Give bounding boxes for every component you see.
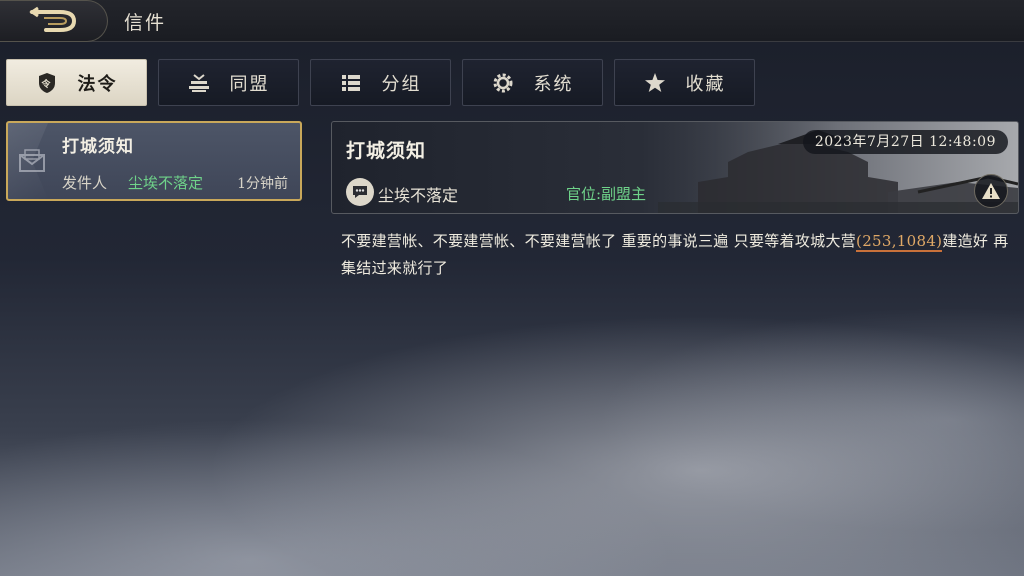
window-title: 信件: [124, 12, 167, 34]
tab-label: 系统: [533, 73, 574, 95]
tab-alliance[interactable]: 同盟: [158, 59, 299, 106]
sender-label: 发件人: [62, 174, 108, 192]
tab-edict[interactable]: 令 法令: [6, 59, 147, 106]
tab-label: 分组: [381, 73, 422, 95]
chat-bubble-icon[interactable]: [346, 178, 374, 206]
sender-rank: 官位:副盟主: [566, 185, 647, 203]
tab-label: 法令: [77, 73, 118, 95]
list-icon: [340, 72, 362, 94]
tab-group[interactable]: 分组: [310, 59, 451, 106]
svg-text:令: 令: [40, 78, 52, 90]
mail-body: 不要建营帐、不要建营帐、不要建营帐了 重要的事说三遍 只要等着攻城大营(253,…: [341, 228, 1011, 282]
body-text-part1: 不要建营帐、不要建营帐、不要建营帐了 重要的事说三遍 只要等着攻城大营: [341, 232, 857, 250]
mail-time-ago: 1分钟前: [237, 176, 288, 192]
detail-sender[interactable]: 尘埃不落定: [378, 182, 458, 206]
warning-icon: [982, 183, 1000, 199]
mail-datetime: 2023年7月27日 12:48:09: [802, 130, 1008, 154]
back-arrow-icon: [28, 6, 76, 32]
top-bar: 信件: [0, 0, 1024, 42]
tab-label: 收藏: [685, 73, 726, 95]
tab-system[interactable]: 系统: [462, 59, 603, 106]
report-button[interactable]: [974, 174, 1008, 208]
tab-label: 同盟: [229, 73, 270, 95]
mail-subject: 打城须知: [62, 137, 134, 157]
envelope-icon: [19, 149, 45, 172]
gear-icon: [492, 72, 514, 94]
back-button[interactable]: [0, 0, 108, 42]
alliance-icon: [188, 72, 210, 94]
star-icon: [644, 72, 666, 94]
detail-subject: 打城须知: [346, 140, 427, 162]
tab-favorites[interactable]: 收藏: [614, 59, 755, 106]
mail-detail-header: 打城须知 尘埃不落定 官位:副盟主 2023年7月27日 12:48:09: [331, 121, 1019, 214]
mail-list-item[interactable]: 打城须知 发件人 尘埃不落定 1分钟前: [6, 121, 302, 201]
coordinate-link[interactable]: (253,1084): [856, 232, 943, 252]
edict-shield-icon: 令: [36, 72, 58, 94]
sender-name: 尘埃不落定: [128, 174, 204, 192]
